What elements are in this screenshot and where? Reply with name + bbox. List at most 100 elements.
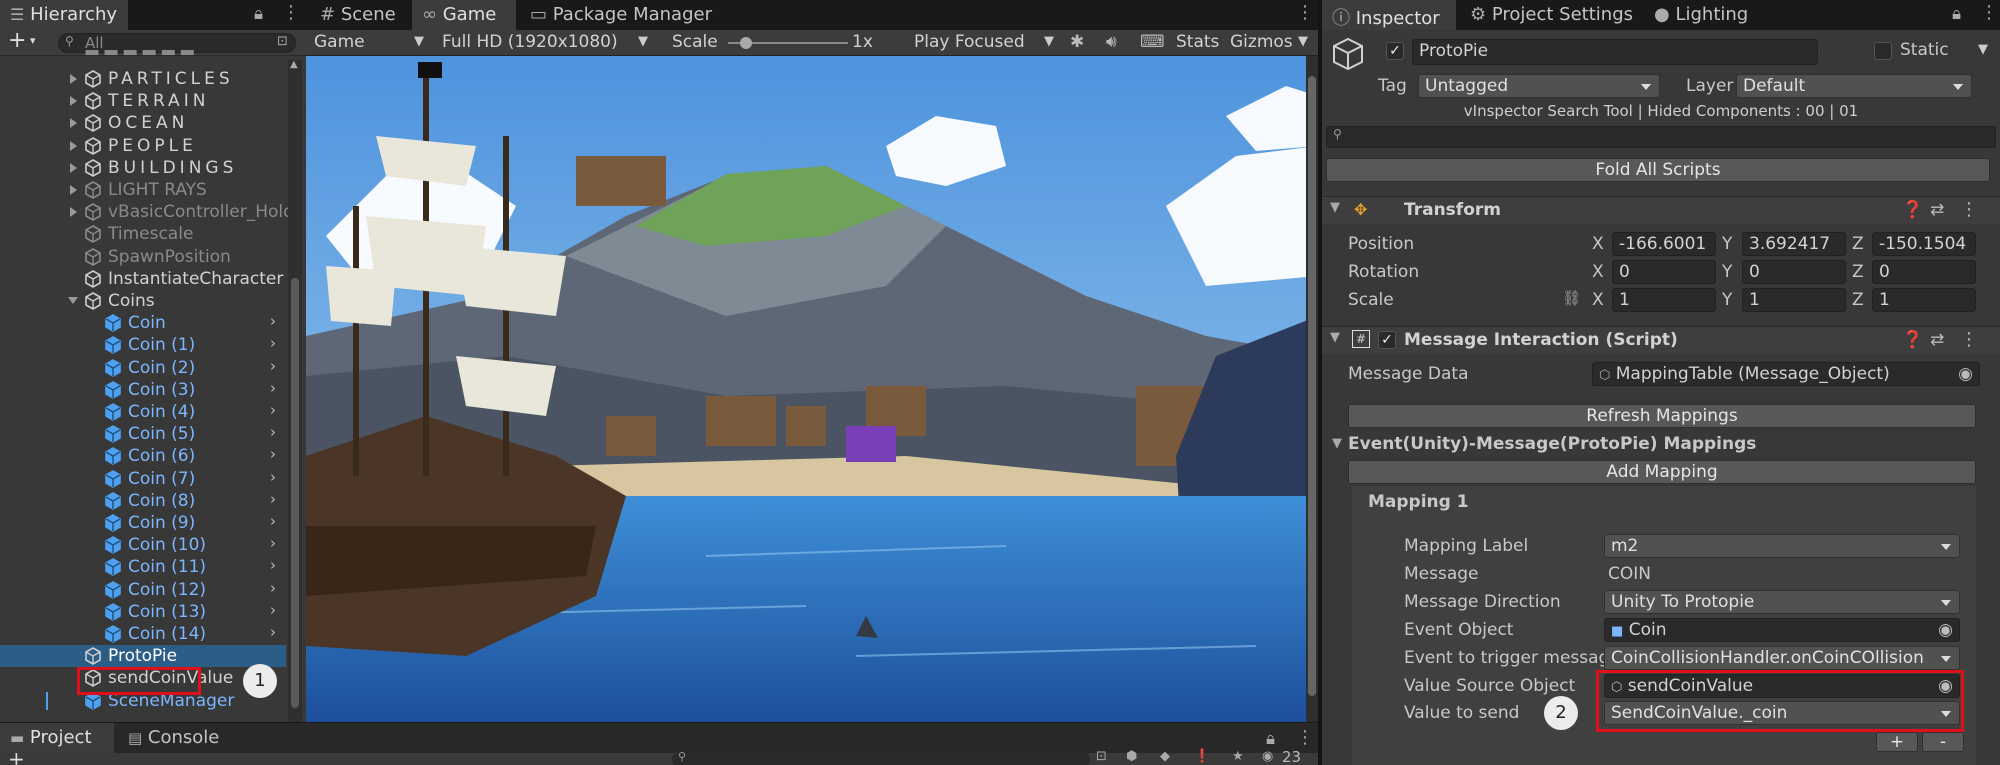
hierarchy-row-coin[interactable]: Coin (2) ›	[0, 357, 286, 379]
hierarchy-row[interactable]: SpawnPosition	[0, 246, 286, 268]
prefab-open-chevron-icon[interactable]: ›	[270, 601, 276, 619]
prefab-open-chevron-icon[interactable]: ›	[270, 623, 276, 641]
remove-element-button[interactable]: -	[1922, 732, 1964, 752]
hierarchy-row-coin[interactable]: Coin (5) ›	[0, 423, 286, 445]
hierarchy-row-coin[interactable]: Coin ›	[0, 312, 286, 334]
collapsed-arrow-icon[interactable]	[70, 162, 77, 173]
script-presets-icon[interactable]: ⇄	[1930, 330, 1944, 350]
add-mapping-button[interactable]: Add Mapping	[1348, 460, 1976, 484]
more-menu-icon[interactable]: ⋮	[282, 2, 300, 23]
hierarchy-row[interactable]: LIGHT RAYS	[0, 179, 286, 201]
inspector-lock-icon[interactable]: 🔒︎	[1952, 4, 1961, 24]
play-mode-dropdown[interactable]: Play Focused ▼	[906, 31, 1056, 55]
hierarchy-row-coin[interactable]: Coin (3) ›	[0, 379, 286, 401]
script-menu-icon[interactable]: ⋮	[1960, 329, 1978, 350]
script-help-icon[interactable]: ❓	[1902, 330, 1923, 350]
hierarchy-row[interactable]: InstantiateCharacter	[0, 268, 286, 290]
tab-console[interactable]: ▤ Console	[118, 723, 238, 753]
search-filter-icon[interactable]: ⊡	[277, 34, 288, 49]
prefab-open-chevron-icon[interactable]: ›	[270, 334, 276, 352]
display-dropdown[interactable]: Game ▼	[310, 31, 430, 55]
prefab-open-chevron-icon[interactable]: ›	[270, 579, 276, 597]
hierarchy-row-coin[interactable]: Coin (9) ›	[0, 512, 286, 534]
bottom-more-icon[interactable]: ⋮	[1296, 727, 1314, 748]
scale-slider-thumb[interactable]	[740, 37, 752, 49]
gizmos-button[interactable]: Gizmos	[1230, 32, 1293, 52]
stats-button[interactable]: Stats	[1176, 32, 1219, 52]
prefab-open-chevron-icon[interactable]: ›	[270, 445, 276, 463]
audio-icon[interactable]: 🔊︎	[1106, 32, 1117, 52]
tab-game[interactable]: ∞ Game	[412, 0, 516, 30]
tab-package-manager[interactable]: ▭ Package Manager	[520, 0, 720, 30]
script-header[interactable]: ▼ # ✓ Message Interaction (Script) ❓ ⇄ ⋮	[1322, 326, 2000, 354]
bug-icon[interactable]: ✱	[1070, 32, 1084, 52]
gizmos-chevron-icon[interactable]: ▼	[1298, 34, 1308, 49]
collapsed-arrow-icon[interactable]	[70, 118, 77, 129]
game-scroll-thumb[interactable]	[1308, 76, 1316, 696]
scroll-up-icon[interactable]: ▲	[290, 59, 298, 70]
project-search[interactable]: ⚲	[672, 750, 1090, 765]
transform-header[interactable]: ▼ ✥ Transform ❓ ⇄ ⋮	[1322, 196, 2000, 224]
transform-pos-y-field[interactable]: 3.692417	[1742, 232, 1846, 256]
event-trigger-dropdown[interactable]: CoinCollisionHandler.onCoinCOllision	[1604, 646, 1960, 670]
hierarchy-row-coin[interactable]: Coin (1) ›	[0, 334, 286, 356]
prefab-open-chevron-icon[interactable]: ›	[270, 357, 276, 375]
message-data-field[interactable]: ⬡ MappingTable (Message_Object) ◉	[1592, 362, 1980, 386]
collapsed-arrow-icon[interactable]	[70, 207, 77, 218]
hierarchy-row-clipped[interactable]: ■■■■■■	[0, 50, 286, 60]
fold-all-scripts-button[interactable]: Fold All Scripts	[1326, 158, 1990, 182]
project-add-icon[interactable]: +	[8, 747, 25, 765]
resolution-dropdown[interactable]: Full HD (1920x1080) ▼	[438, 31, 656, 55]
prefab-open-chevron-icon[interactable]: ›	[270, 401, 276, 419]
hierarchy-row[interactable]: PARTICLES	[0, 68, 286, 90]
transform-presets-icon[interactable]: ⇄	[1930, 200, 1944, 220]
game-viewport[interactable]	[306, 56, 1318, 722]
object-name-field[interactable]: ProtoPie	[1412, 39, 1818, 65]
transform-scl-z-field[interactable]: 1	[1872, 288, 1976, 312]
active-checkbox[interactable]: ✓	[1386, 42, 1404, 60]
collapsed-arrow-icon[interactable]	[70, 185, 77, 195]
refresh-mappings-button[interactable]: Refresh Mappings	[1348, 404, 1976, 428]
hierarchy-row-coin[interactable]: Coin (11) ›	[0, 556, 286, 578]
hierarchy-row-coin[interactable]: Coin (6) ›	[0, 445, 286, 467]
hierarchy-row[interactable]: BUILDINGS	[0, 157, 286, 179]
hierarchy-row[interactable]: vBasicController_Holdi	[0, 201, 299, 223]
tab-inspector[interactable]: ⓘ Inspector	[1322, 0, 1456, 30]
tab-lighting[interactable]: ● Lighting	[1644, 0, 1764, 30]
hierarchy-row[interactable]: OCEAN	[0, 112, 286, 134]
script-foldout-icon[interactable]: ▼	[1330, 330, 1340, 345]
mappings-foldout-icon[interactable]: ▼	[1332, 436, 1342, 451]
transform-foldout-icon[interactable]: ▼	[1330, 200, 1340, 215]
transform-scl-y-field[interactable]: 1	[1742, 288, 1846, 312]
message-direction-dropdown[interactable]: Unity To Protopie	[1604, 590, 1960, 614]
hierarchy-scrollbar[interactable]: ▲ ▼	[288, 59, 302, 737]
favorite-icon[interactable]: ★	[1232, 749, 1244, 764]
lock-icon[interactable]: 🔒︎	[254, 4, 263, 24]
add-dropdown-icon[interactable]: ▾	[30, 34, 36, 47]
tab-scene[interactable]: # Scene	[310, 0, 410, 30]
collapsed-arrow-icon[interactable]	[70, 140, 77, 151]
static-checkbox[interactable]	[1874, 42, 1892, 60]
hierarchy-row[interactable]: PEOPLE	[0, 135, 286, 157]
event-object-picker-icon[interactable]: ◉	[1938, 620, 1953, 640]
hierarchy-row-coin[interactable]: Coin (10) ›	[0, 534, 286, 556]
hierarchy-row-coin[interactable]: Coin (14) ›	[0, 623, 286, 645]
game-scrollbar[interactable]	[1306, 56, 1318, 722]
visibility-icon[interactable]: ◉	[1262, 749, 1273, 764]
transform-rot-x-field[interactable]: 0	[1612, 260, 1716, 284]
prefab-open-chevron-icon[interactable]: ›	[270, 312, 276, 330]
hierarchy-row-coin[interactable]: Coin (7) ›	[0, 468, 286, 490]
inspector-search-field[interactable]: ⚲	[1326, 126, 1996, 148]
hierarchy-row-coin[interactable]: Coin (4) ›	[0, 401, 286, 423]
hierarchy-row-coin[interactable]: Coin (13) ›	[0, 601, 286, 623]
keyboard-icon[interactable]: ⌨	[1140, 32, 1165, 52]
filter-type-icon[interactable]: ⊡	[1096, 749, 1107, 764]
hierarchy-scroll-thumb[interactable]	[291, 278, 299, 708]
mapping-label-dropdown[interactable]: m2	[1604, 534, 1960, 558]
filter-label-icon[interactable]: ⬢	[1126, 749, 1137, 764]
center-more-icon[interactable]: ⋮	[1296, 2, 1314, 23]
warning-icon[interactable]: ❗	[1194, 749, 1210, 764]
prefab-open-chevron-icon[interactable]: ›	[270, 556, 276, 574]
hierarchy-row[interactable]: TERRAIN	[0, 90, 286, 112]
tab-project-settings[interactable]: ⚙ Project Settings	[1460, 0, 1640, 30]
